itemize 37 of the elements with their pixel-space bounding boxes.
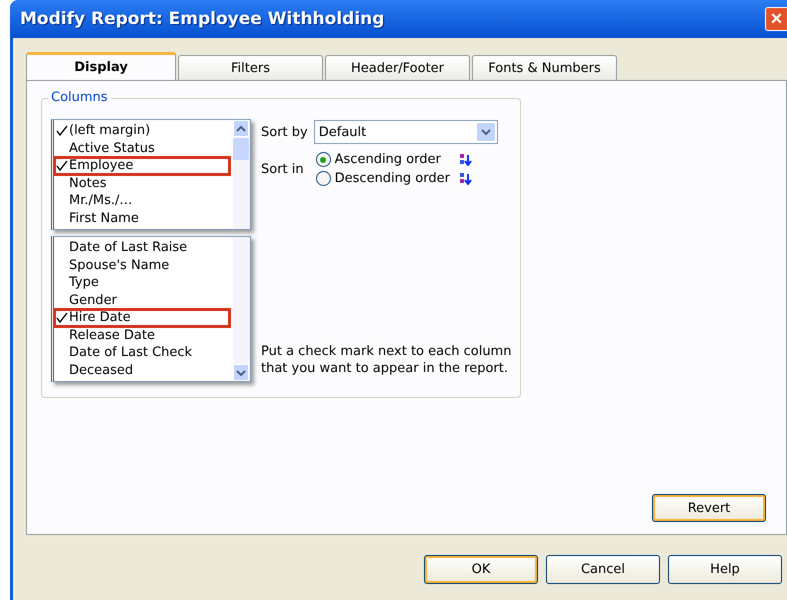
list-item[interactable]: Employee xyxy=(54,157,230,174)
revert-button[interactable]: Revert xyxy=(652,494,766,522)
scroll-thumb[interactable] xyxy=(233,138,249,160)
tab[interactable]: Header/Footer xyxy=(325,55,470,80)
close-button[interactable]: × xyxy=(765,7,787,31)
scroll-down-button[interactable] xyxy=(233,364,249,381)
radio-label: Ascending order xyxy=(334,152,442,167)
list-item[interactable]: Date of Last Check xyxy=(54,344,233,362)
dialog-button[interactable]: Help xyxy=(668,555,782,584)
sort-order-icon xyxy=(458,153,472,166)
tab[interactable]: Display xyxy=(26,52,176,80)
hint-text: Put a check mark next to each column that you want to appear in the report. xyxy=(261,343,512,377)
radio-button[interactable] xyxy=(316,152,331,167)
list-item[interactable]: First Name xyxy=(54,210,233,227)
list-item[interactable]: Hire Date xyxy=(54,309,230,326)
list-item[interactable]: Notes xyxy=(54,174,233,192)
list-item[interactable]: Spouse's Name xyxy=(54,256,233,274)
list-item[interactable]: Date of Last Raise xyxy=(54,239,233,256)
tab[interactable]: Fonts & Numbers xyxy=(472,55,617,80)
radio-label: Descending order xyxy=(334,171,451,186)
list-item[interactable]: Active Status xyxy=(54,140,233,157)
radio-button[interactable] xyxy=(316,171,331,186)
tab[interactable]: Filters xyxy=(178,55,323,80)
list-item[interactable]: (left margin) xyxy=(54,122,233,140)
dialog-button[interactable]: Cancel xyxy=(546,555,660,584)
list-item[interactable]: Release Date xyxy=(54,326,233,344)
sort-order-icon xyxy=(458,172,472,185)
list-item[interactable]: Type xyxy=(54,274,233,292)
sort-by-dropdown[interactable]: Default xyxy=(314,120,498,144)
list-item[interactable]: Deceased xyxy=(54,362,233,379)
sort-in-label: Sort in xyxy=(261,162,304,179)
dialog-button[interactable]: OK xyxy=(424,555,538,584)
list-item[interactable]: Mr./Ms./… xyxy=(54,192,233,210)
window-title: Modify Report: Employee Withholding xyxy=(20,9,386,29)
sort-by-label: Sort by xyxy=(261,124,308,140)
list-item[interactable]: Gender xyxy=(54,292,233,309)
scroll-up-button[interactable] xyxy=(233,120,249,137)
